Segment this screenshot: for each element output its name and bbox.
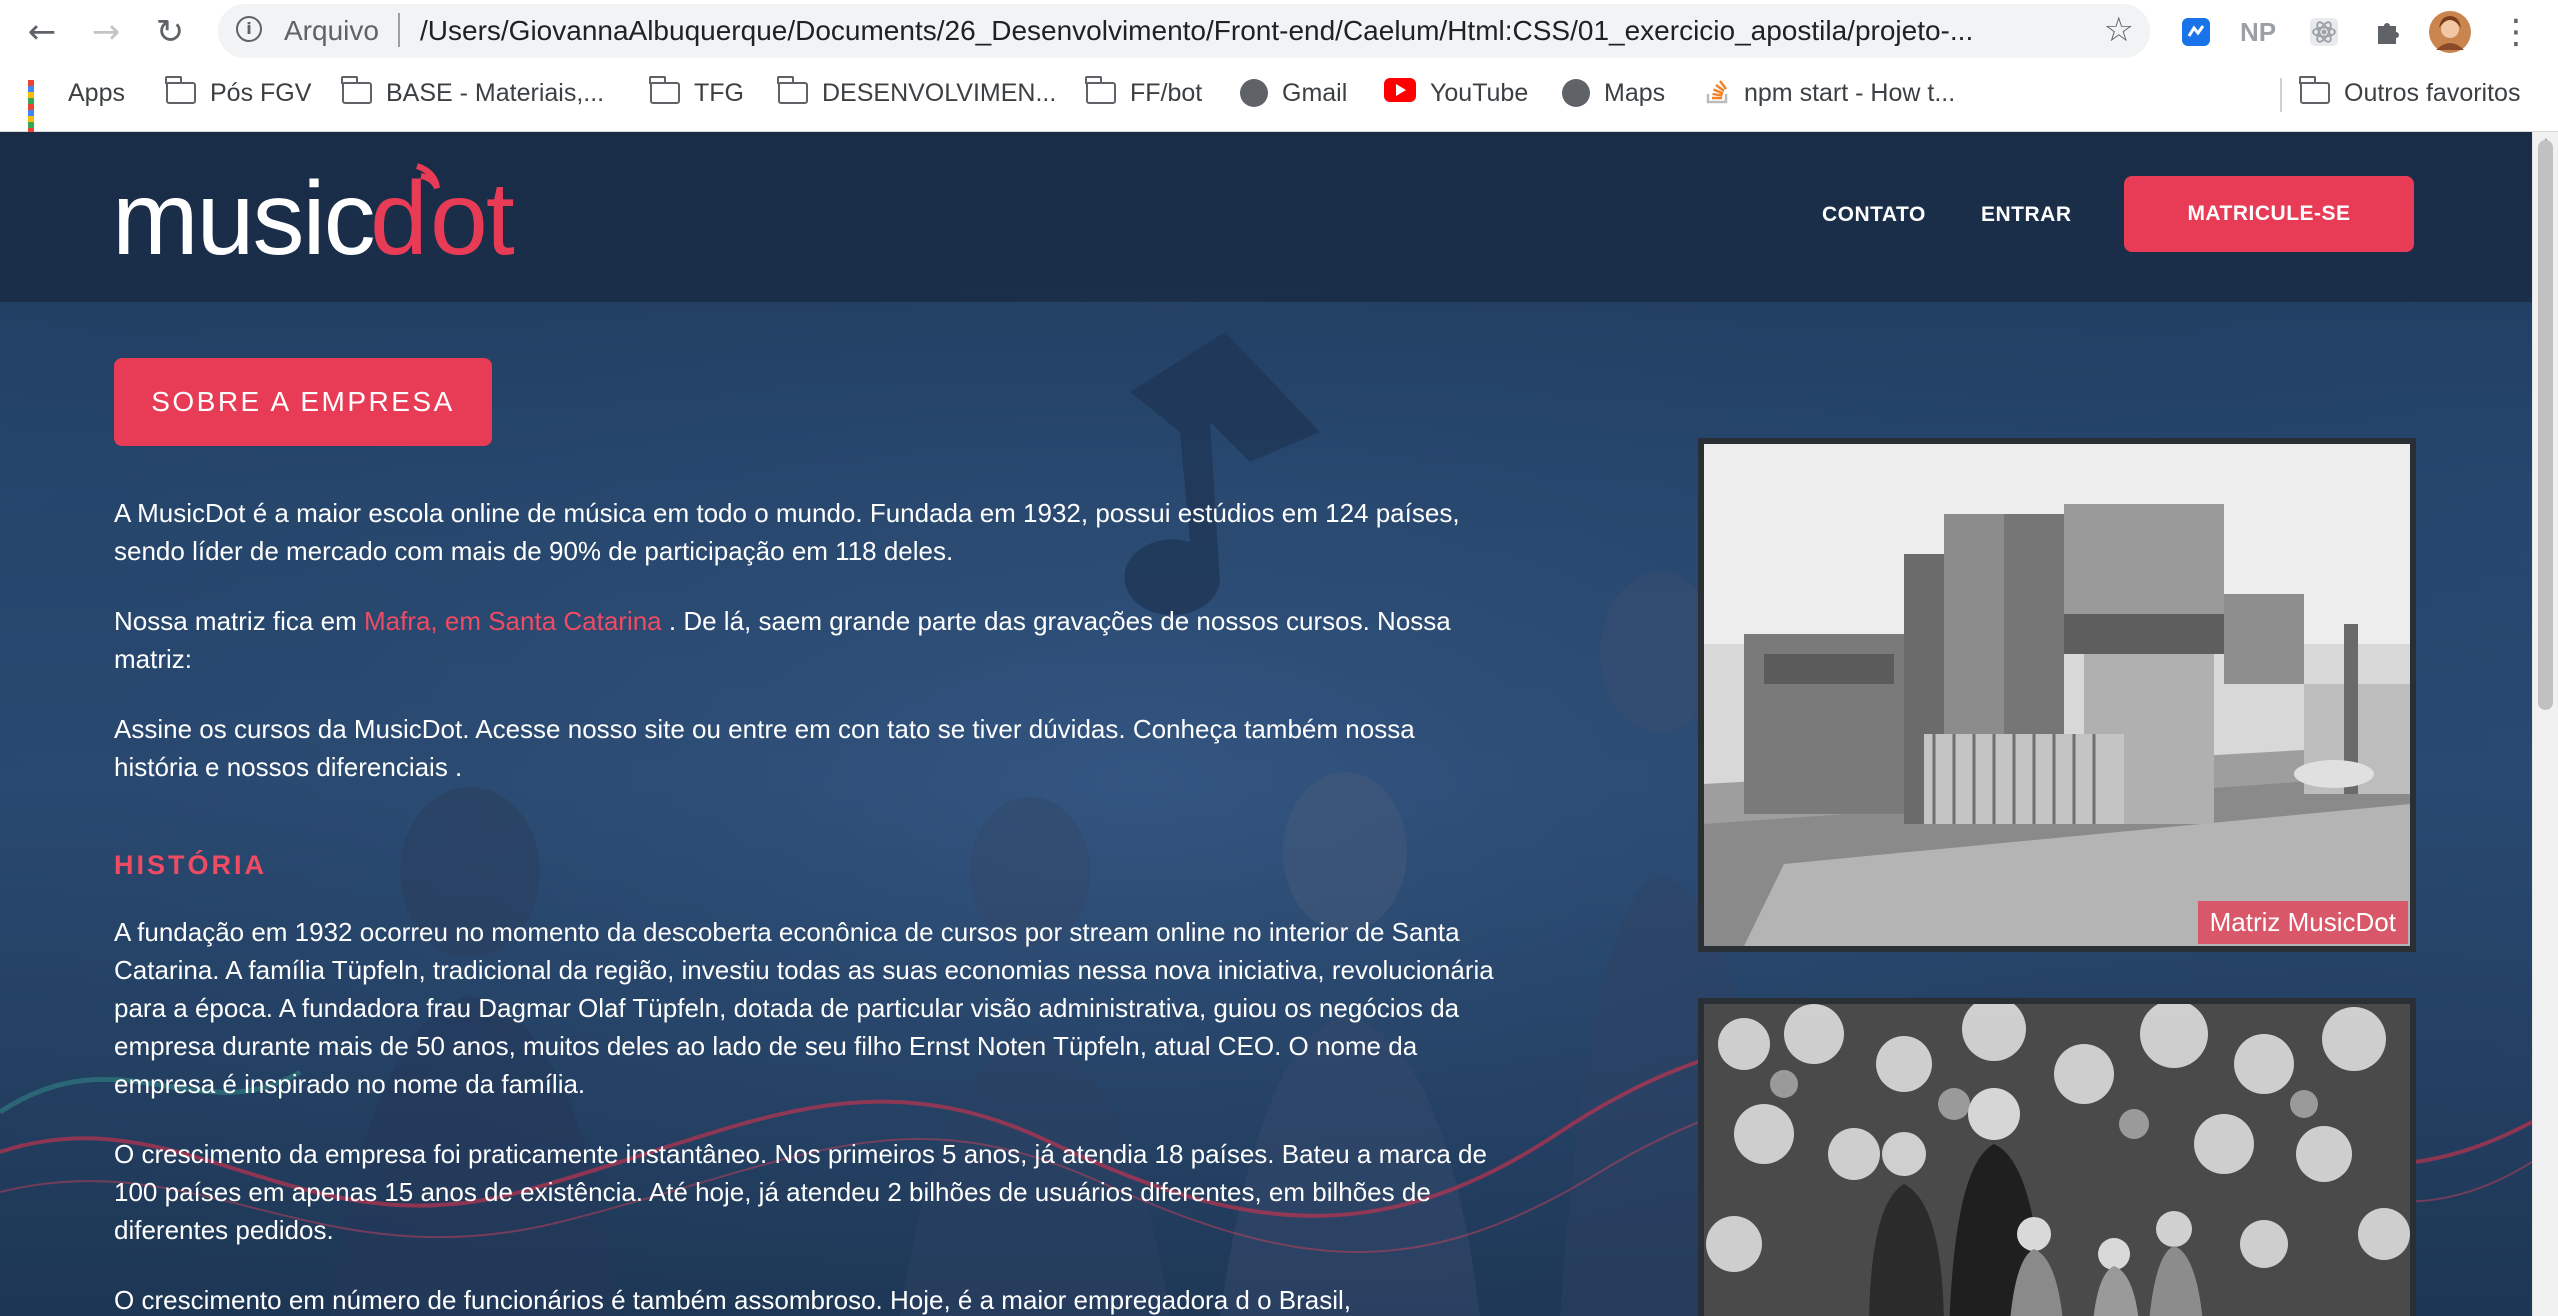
bookmark-label: YouTube [1430,78,1529,107]
bookmark-label: FF/bot [1130,78,1203,107]
folder-icon [165,76,196,104]
apps-grid-icon [28,80,54,134]
bookmark-label: npm start - How t... [1744,78,1956,107]
web-page: music d ot CONTATO ENTRAR MATRICULE-SE S… [0,132,2532,1316]
address-scheme-label: Arquivo [284,15,379,46]
bookmark-label: TFG [694,78,744,107]
bookmark-label: Maps [1604,78,1666,107]
np-extension-icon[interactable]: NP [2236,10,2280,54]
bookmark-youtube[interactable]: YouTube [1384,76,1528,110]
nav-contato-link[interactable]: CONTATO [1822,203,1926,227]
bookmark-label: Pós FGV [210,78,312,107]
scrollbar-thumb[interactable] [2538,140,2553,710]
history-paragraph-3: O crescimento em número de funcionários … [114,1281,1494,1316]
sobre-empresa-title: SOBRE A EMPRESA [114,358,492,446]
bookmark-ff-bot[interactable]: FF/bot [1085,76,1203,110]
bookmark-gmail[interactable]: Gmail [1240,76,1347,110]
stackoverflow-icon [1706,76,1730,111]
bookmark-apps[interactable]: Apps [28,76,125,134]
extension-icon[interactable] [2174,10,2218,54]
intro-paragraph-3: Assine os cursos da MusicDot. Acesse nos… [114,710,1494,786]
intro-paragraph-1: A MusicDot é a maior escola online de mú… [114,494,1494,570]
menu-kebab-icon[interactable]: ⋮ [2494,10,2538,54]
globe-icon [1562,79,1590,107]
intro-text: A MusicDot é a maior escola online de mú… [114,498,1460,566]
history-text: O crescimento da empresa foi praticament… [114,1139,1487,1245]
info-icon[interactable]: i [236,16,262,42]
intro-text: Assine os cursos da MusicDot. Acesse nos… [114,714,1415,782]
bookmark-label: Outros favoritos [2344,78,2521,107]
family-photo-frame [1698,998,2416,1316]
history-paragraph-1: A fundação em 1932 ocorreu no momento da… [114,913,1494,1103]
matriz-photo-frame: Matriz MusicDot [1698,438,2416,952]
address-bar[interactable]: i Arquivo /Users/GiovannaAlbuquerque/Doc… [218,4,2150,58]
folder-icon [649,76,680,104]
svg-text:music: music [112,161,374,268]
bookmark-label: DESENVOLVIMEN... [822,78,1057,107]
bookmark-npm-start[interactable]: npm start - How t... [1706,76,1955,110]
intro-paragraph-2: Nossa matriz fica em Mafra, em Santa Cat… [114,602,1494,678]
globe-icon [1240,79,1268,107]
bookmark-pos-fgv[interactable]: Pós FGV [165,76,312,110]
forward-icon[interactable]: → [84,10,128,54]
matricule-se-button[interactable]: MATRICULE-SE [2124,176,2414,252]
react-extension-icon[interactable] [2302,10,2346,54]
mafra-link[interactable]: Mafra, em Santa Catarina [364,606,662,636]
history-text: A fundação em 1932 ocorreu no momento da… [114,917,1494,1099]
historia-heading: HISTÓRIA [114,850,268,880]
puzzle-extensions-icon[interactable] [2366,10,2410,54]
history-paragraph-2: O crescimento da empresa foi praticament… [114,1135,1494,1249]
folder-icon [2299,76,2330,104]
folder-icon [341,76,372,104]
profile-avatar[interactable] [2428,10,2472,54]
bookmarks-bar: Apps Pós FGV BASE - Materiais,... TFG DE… [0,68,2558,134]
bookmark-maps[interactable]: Maps [1562,76,1665,110]
matriz-caption: Matriz MusicDot [2197,901,2408,944]
bookmark-label: Gmail [1282,78,1348,107]
bookmark-tfg[interactable]: TFG [649,76,744,110]
bookmark-other-favorites[interactable]: Outros favoritos [2299,76,2521,110]
history-text: O crescimento em número de funcionários … [114,1285,1352,1315]
folder-icon [1085,76,1116,104]
back-icon[interactable]: ← [20,10,64,54]
svg-text:ot: ot [430,161,515,268]
reload-icon[interactable]: ↻ [148,10,192,54]
nav-entrar-link[interactable]: ENTRAR [1981,203,2072,227]
bookmark-desenvolvimento[interactable]: DESENVOLVIMEN... [777,76,1057,110]
site-header: music d ot CONTATO ENTRAR MATRICULE-SE [0,132,2532,302]
browser-chrome: ← → ↻ i Arquivo /Users/GiovannaAlbuquerq… [0,0,2558,134]
youtube-icon [1384,77,1416,109]
bookmark-label: BASE - Materiais,... [386,78,605,107]
page-scrollbar[interactable] [2532,132,2558,1316]
bookmarks-divider [2280,78,2282,112]
bookmark-star-icon[interactable]: ☆ [2104,10,2134,50]
folder-icon [777,76,808,104]
bookmark-label: Apps [68,78,125,107]
address-separator [398,13,400,47]
intro-text: Nossa matriz fica em [114,606,364,636]
svg-text:d: d [370,161,426,268]
musicdot-logo[interactable]: music d ot [112,158,522,268]
bookmark-base-materiais[interactable]: BASE - Materiais,... [341,76,605,110]
family-historic-photo [1704,1004,2410,1316]
address-url[interactable]: /Users/GiovannaAlbuquerque/Documents/26_… [420,15,2060,47]
matriz-building-photo [1704,444,2410,946]
